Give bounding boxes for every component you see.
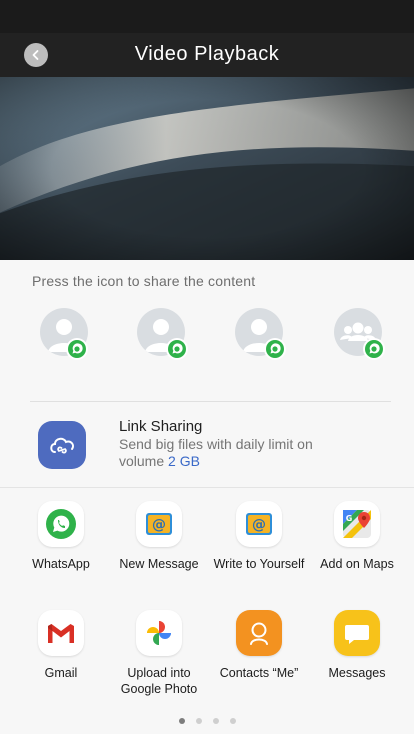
maps-icon: G	[334, 501, 380, 547]
svg-text:@: @	[252, 517, 266, 533]
page-indicator	[0, 718, 414, 724]
messages-icon	[334, 610, 380, 656]
app-label: Upload into Google Photo	[120, 666, 198, 696]
page-title: Video Playback	[134, 43, 280, 65]
link-sharing-title: Link Sharing	[119, 418, 203, 435]
app-write-to-yourself[interactable]: @ Write to Yourself	[210, 501, 308, 572]
page-dot[interactable]	[195, 718, 202, 724]
email-icon: @	[236, 501, 282, 547]
whatsapp-badge-icon	[363, 338, 385, 360]
link-sharing-desc-text: Send big files with daily limit on volum…	[119, 436, 313, 469]
whatsapp-badge-icon	[264, 338, 286, 360]
whatsapp-badge-icon	[66, 338, 88, 360]
share-sheet: Press the icon to share the content Link…	[0, 260, 414, 734]
video-player[interactable]	[0, 77, 414, 260]
whatsapp-icon	[38, 501, 84, 547]
app-whatsapp[interactable]: WhatsApp	[12, 501, 110, 572]
link-sharing-limit: 2 GB	[168, 453, 200, 469]
app-label: Write to Yourself	[213, 557, 305, 571]
app-label: New Message	[119, 557, 199, 571]
header-bar: Video Playback	[0, 33, 414, 77]
app-new-message[interactable]: @ New Message	[110, 501, 208, 572]
app-label: Contacts “Me”	[219, 666, 299, 680]
app-upload-google-photo[interactable]: Upload into Google Photo	[110, 610, 208, 697]
app-messages[interactable]: Messages	[308, 610, 406, 681]
link-sharing-description: Send big files with daily limit on volum…	[119, 436, 319, 470]
app-label: Messages	[328, 666, 386, 680]
app-contacts-me[interactable]: Contacts “Me”	[210, 610, 308, 681]
email-icon: @	[136, 501, 182, 547]
cloud-link-icon	[50, 437, 75, 454]
link-sharing-button[interactable]	[38, 421, 86, 469]
svg-text:G: G	[346, 514, 353, 523]
google-photos-icon	[136, 610, 182, 656]
svg-text:@: @	[152, 517, 166, 533]
app-add-on-maps[interactable]: G Add on Maps	[308, 501, 406, 572]
share-prompt: Press the icon to share the content	[32, 273, 256, 289]
status-bar	[0, 0, 414, 33]
app-gmail[interactable]: Gmail	[12, 610, 110, 681]
whatsapp-badge-icon	[166, 338, 188, 360]
page-dot-active[interactable]	[178, 718, 185, 724]
divider	[30, 401, 391, 402]
contacts-icon	[236, 610, 282, 656]
screen: Video Playback Press the icon to share t…	[0, 0, 414, 734]
app-label: WhatsApp	[32, 557, 90, 571]
video-frame	[0, 77, 414, 260]
app-label: Add on Maps	[320, 557, 394, 571]
gmail-icon	[38, 610, 84, 656]
app-label: Gmail	[44, 666, 78, 680]
page-dot[interactable]	[212, 718, 219, 724]
page-dot[interactable]	[229, 718, 236, 724]
divider	[0, 487, 414, 488]
